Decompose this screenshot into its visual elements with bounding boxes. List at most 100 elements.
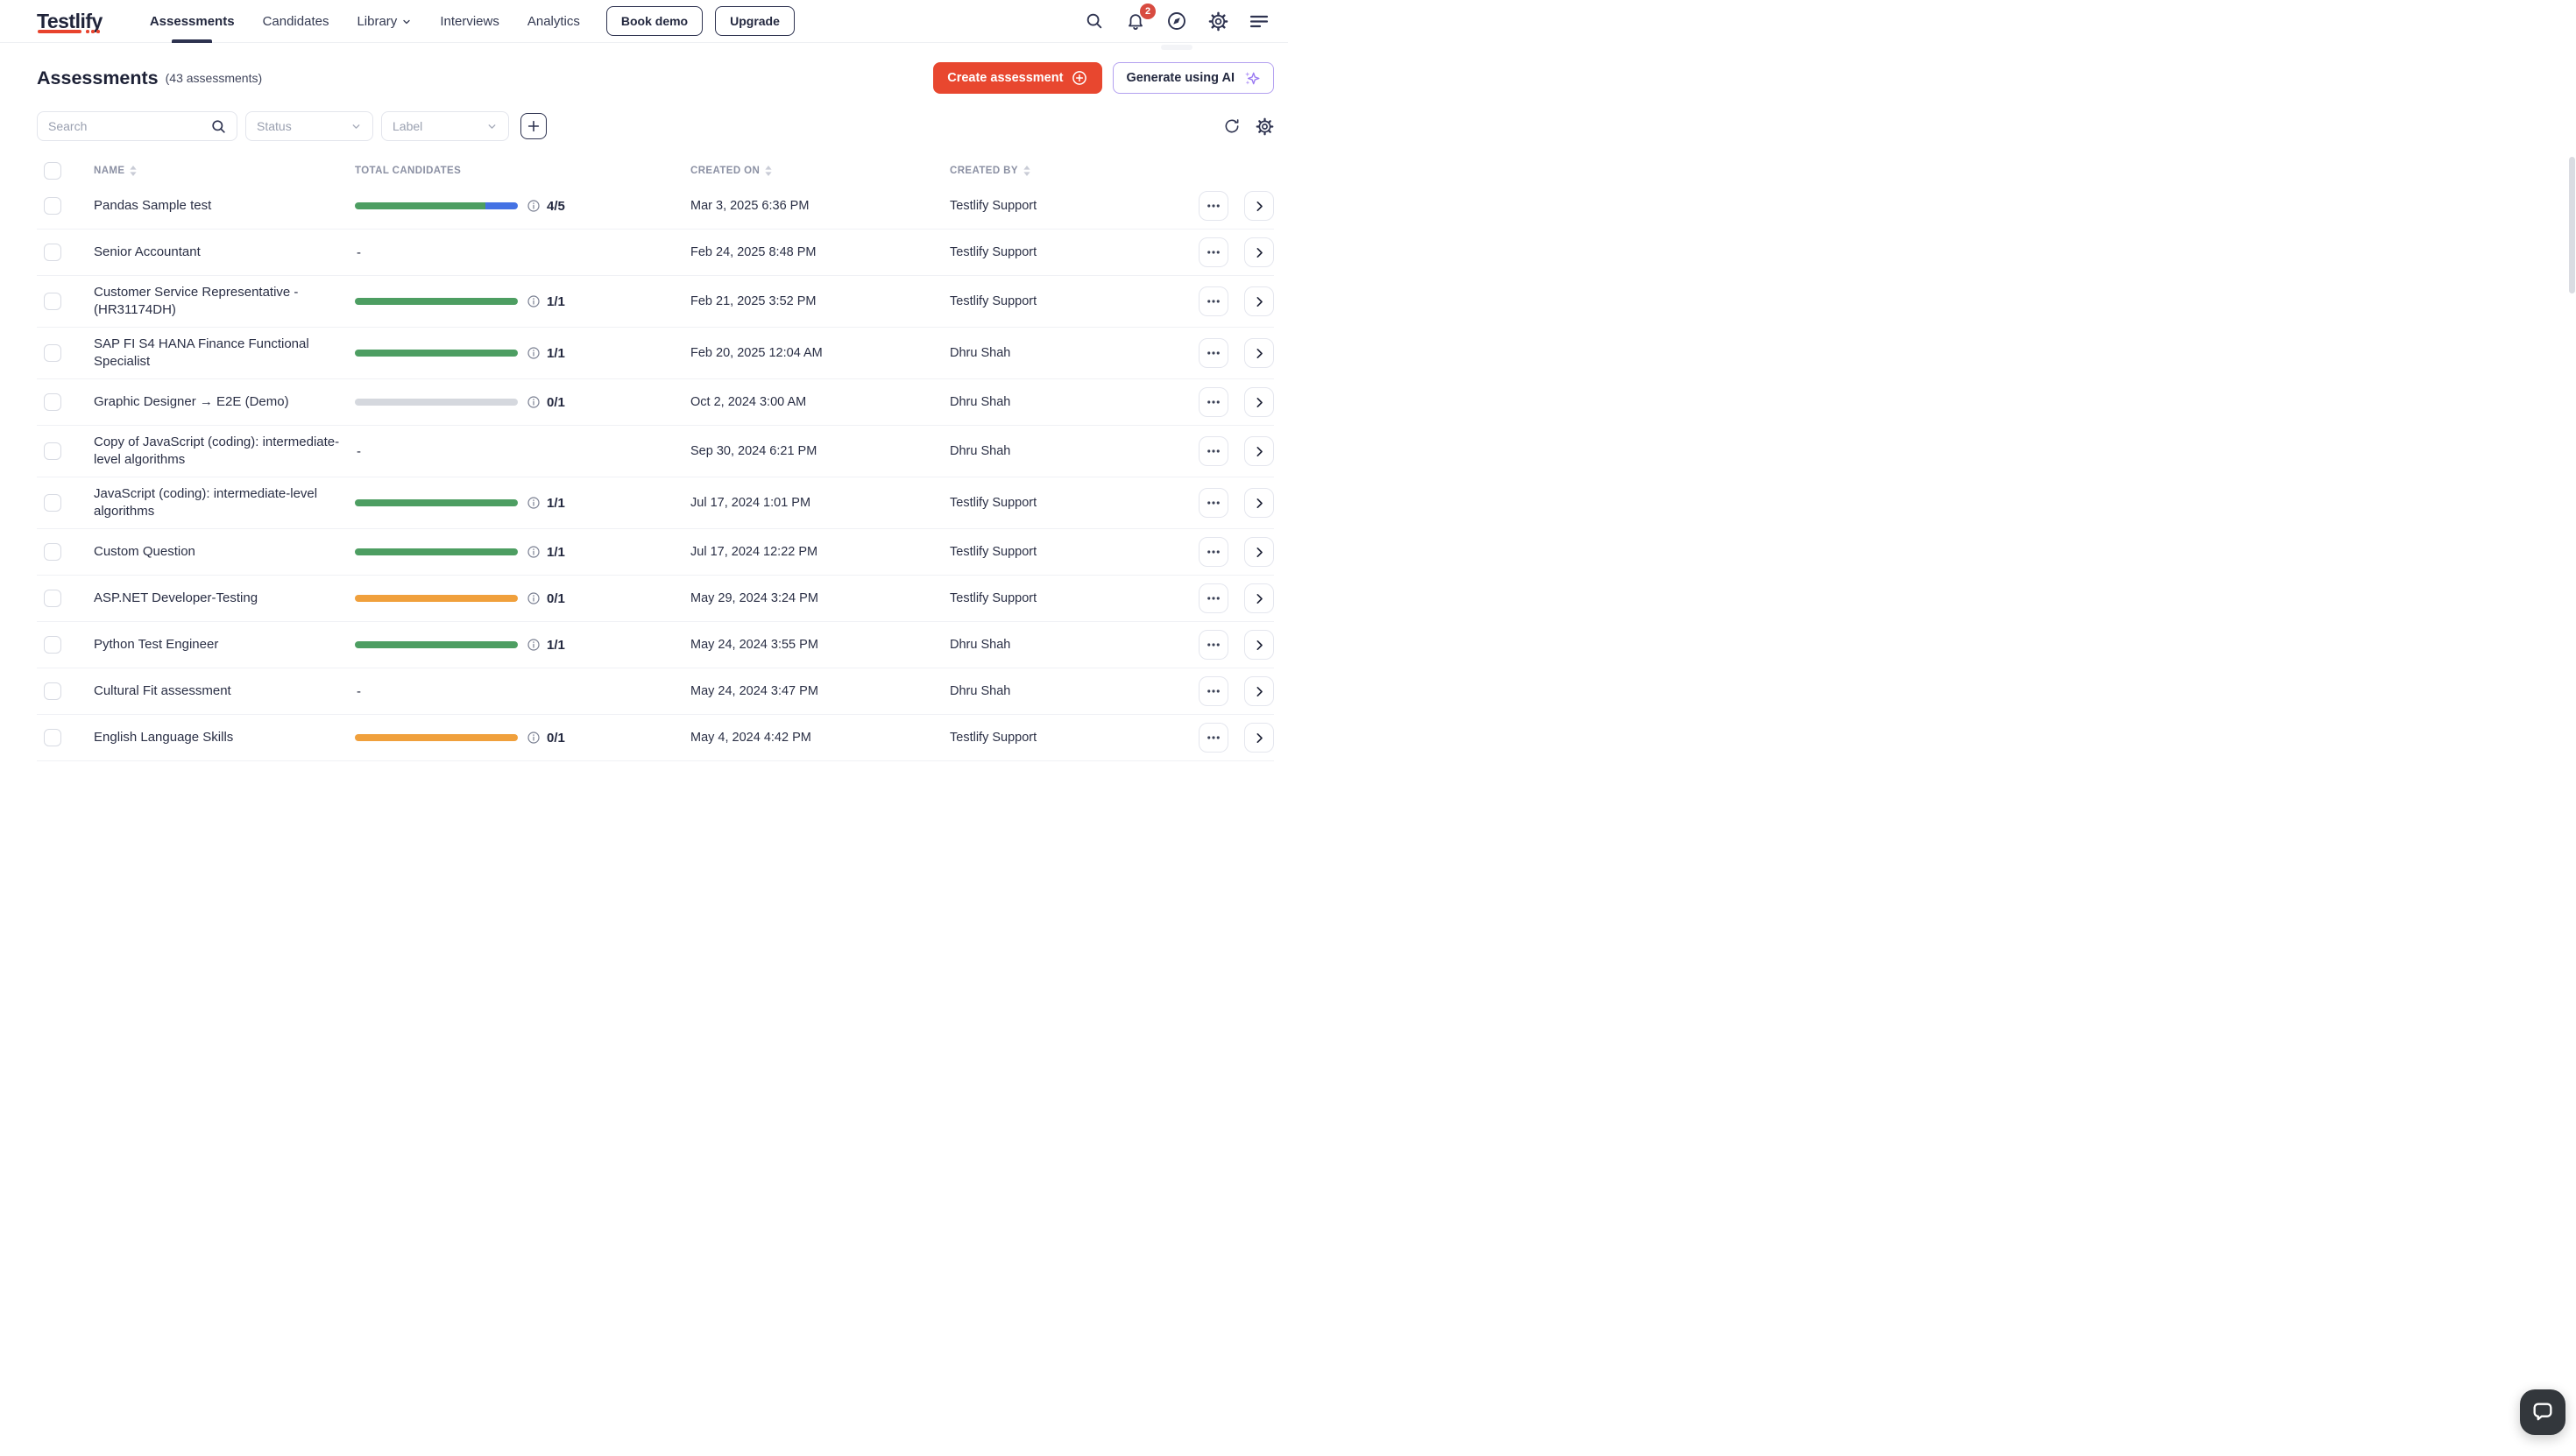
created-on: Oct 2, 2024 3:00 AM (690, 395, 950, 409)
refresh-button[interactable] (1223, 117, 1241, 135)
info-icon[interactable] (527, 346, 541, 360)
row-actions-button[interactable] (1199, 191, 1228, 221)
compass-icon (1166, 11, 1187, 32)
row-actions-button[interactable] (1199, 488, 1228, 518)
row-open-button[interactable] (1244, 191, 1274, 221)
row-checkbox[interactable] (44, 293, 61, 310)
assessment-name[interactable]: SAP FI S4 HANA Finance Functional Specia… (94, 336, 341, 371)
row-checkbox[interactable] (44, 590, 61, 607)
row-actions-button[interactable] (1199, 338, 1228, 368)
assessment-name[interactable]: ASP.NET Developer-Testing (94, 590, 258, 607)
row-actions-button[interactable] (1199, 387, 1228, 417)
row-checkbox[interactable] (44, 682, 61, 700)
column-header-created-on[interactable]: CREATED ON (690, 166, 950, 176)
row-open-button[interactable] (1244, 488, 1274, 518)
assessment-name[interactable]: JavaScript (coding): intermediate-level … (94, 485, 341, 520)
status-filter[interactable]: Status (245, 111, 373, 141)
assessment-name[interactable]: Senior Accountant (94, 244, 201, 261)
assessment-name[interactable]: English Language Skills (94, 729, 233, 746)
scrollbar-thumb[interactable] (2569, 157, 2575, 293)
progress-bar (355, 399, 518, 406)
assessment-name[interactable]: Pandas Sample test (94, 197, 211, 215)
assessment-name[interactable]: Cultural Fit assessment (94, 682, 231, 700)
nav-item-assessments[interactable]: Assessments (150, 0, 235, 43)
select-all-checkbox[interactable] (44, 162, 61, 180)
create-assessment-button[interactable]: Create assessment (933, 62, 1102, 94)
column-header-created-by[interactable]: CREATED BY (950, 166, 1199, 176)
nav-item-analytics[interactable]: Analytics (527, 0, 580, 43)
row-open-button[interactable] (1244, 630, 1274, 660)
search-icon (210, 118, 227, 135)
row-open-button[interactable] (1244, 237, 1274, 267)
row-checkbox[interactable] (44, 543, 61, 561)
row-open-button[interactable] (1244, 338, 1274, 368)
info-icon[interactable] (527, 638, 541, 652)
row-actions-button[interactable] (1199, 583, 1228, 613)
row-checkbox[interactable] (44, 442, 61, 460)
assessment-name[interactable]: Customer Service Representative - (HR311… (94, 284, 341, 319)
row-open-button[interactable] (1244, 723, 1274, 753)
row-actions-button[interactable] (1199, 723, 1228, 753)
book-demo-button[interactable]: Book demo (606, 6, 703, 36)
row-checkbox[interactable] (44, 494, 61, 512)
ellipsis-icon (1206, 244, 1221, 260)
row-open-button[interactable] (1244, 583, 1274, 613)
row-checkbox[interactable] (44, 636, 61, 654)
chevron-right-icon (1253, 546, 1266, 559)
chevron-down-icon (486, 121, 498, 132)
logo[interactable]: Testlify (37, 10, 103, 33)
row-actions-button[interactable] (1199, 630, 1228, 660)
status-filter-value: Status (257, 119, 292, 133)
row-checkbox[interactable] (44, 197, 61, 215)
info-icon[interactable] (527, 199, 541, 213)
row-checkbox[interactable] (44, 244, 61, 261)
column-header-name[interactable]: NAME (94, 166, 355, 176)
menu-button[interactable] (1248, 10, 1270, 32)
table-settings-button[interactable] (1256, 117, 1274, 136)
info-icon[interactable] (527, 496, 541, 510)
nav-search-button[interactable] (1083, 10, 1106, 32)
row-open-button[interactable] (1244, 387, 1274, 417)
created-on: Jul 17, 2024 1:01 PM (690, 496, 950, 510)
upgrade-button[interactable]: Upgrade (715, 6, 795, 36)
info-icon[interactable] (527, 294, 541, 308)
row-actions-button[interactable] (1199, 237, 1228, 267)
notifications-button[interactable]: 2 (1124, 10, 1147, 32)
nav-item-interviews[interactable]: Interviews (440, 0, 499, 43)
menu-icon (1249, 11, 1270, 32)
row-checkbox[interactable] (44, 344, 61, 362)
nav-item-label: Candidates (263, 14, 329, 29)
ellipsis-icon (1206, 683, 1221, 699)
assessment-name[interactable]: Custom Question (94, 543, 195, 561)
search-input[interactable] (48, 119, 210, 133)
assessment-name[interactable]: Copy of JavaScript (coding): intermediat… (94, 434, 341, 469)
generate-ai-button[interactable]: Generate using AI (1113, 62, 1274, 94)
row-actions-button[interactable] (1199, 286, 1228, 316)
nav-item-candidates[interactable]: Candidates (263, 0, 329, 43)
assessment-name[interactable]: Graphic Designer → E2E (Demo) (94, 393, 289, 411)
candidates-fraction: - (357, 684, 361, 699)
row-open-button[interactable] (1244, 537, 1274, 567)
row-open-button[interactable] (1244, 436, 1274, 466)
add-filter-button[interactable] (520, 113, 547, 139)
info-icon[interactable] (527, 395, 541, 409)
assessment-name[interactable]: Python Test Engineer (94, 636, 218, 654)
explore-button[interactable] (1165, 10, 1188, 32)
row-open-button[interactable] (1244, 676, 1274, 706)
info-icon[interactable] (527, 731, 541, 745)
row-actions-button[interactable] (1199, 537, 1228, 567)
ellipsis-icon (1206, 443, 1221, 459)
info-icon[interactable] (527, 591, 541, 605)
label-filter[interactable]: Label (381, 111, 509, 141)
settings-button[interactable] (1207, 10, 1229, 32)
nav-item-label: Interviews (440, 14, 499, 29)
row-actions-button[interactable] (1199, 436, 1228, 466)
row-open-button[interactable] (1244, 286, 1274, 316)
info-icon[interactable] (527, 545, 541, 559)
row-checkbox[interactable] (44, 393, 61, 411)
chat-launcher[interactable] (2520, 1389, 2565, 1435)
nav-item-library[interactable]: Library (357, 0, 412, 43)
chevron-right-icon (1253, 592, 1266, 605)
row-actions-button[interactable] (1199, 676, 1228, 706)
row-checkbox[interactable] (44, 729, 61, 746)
